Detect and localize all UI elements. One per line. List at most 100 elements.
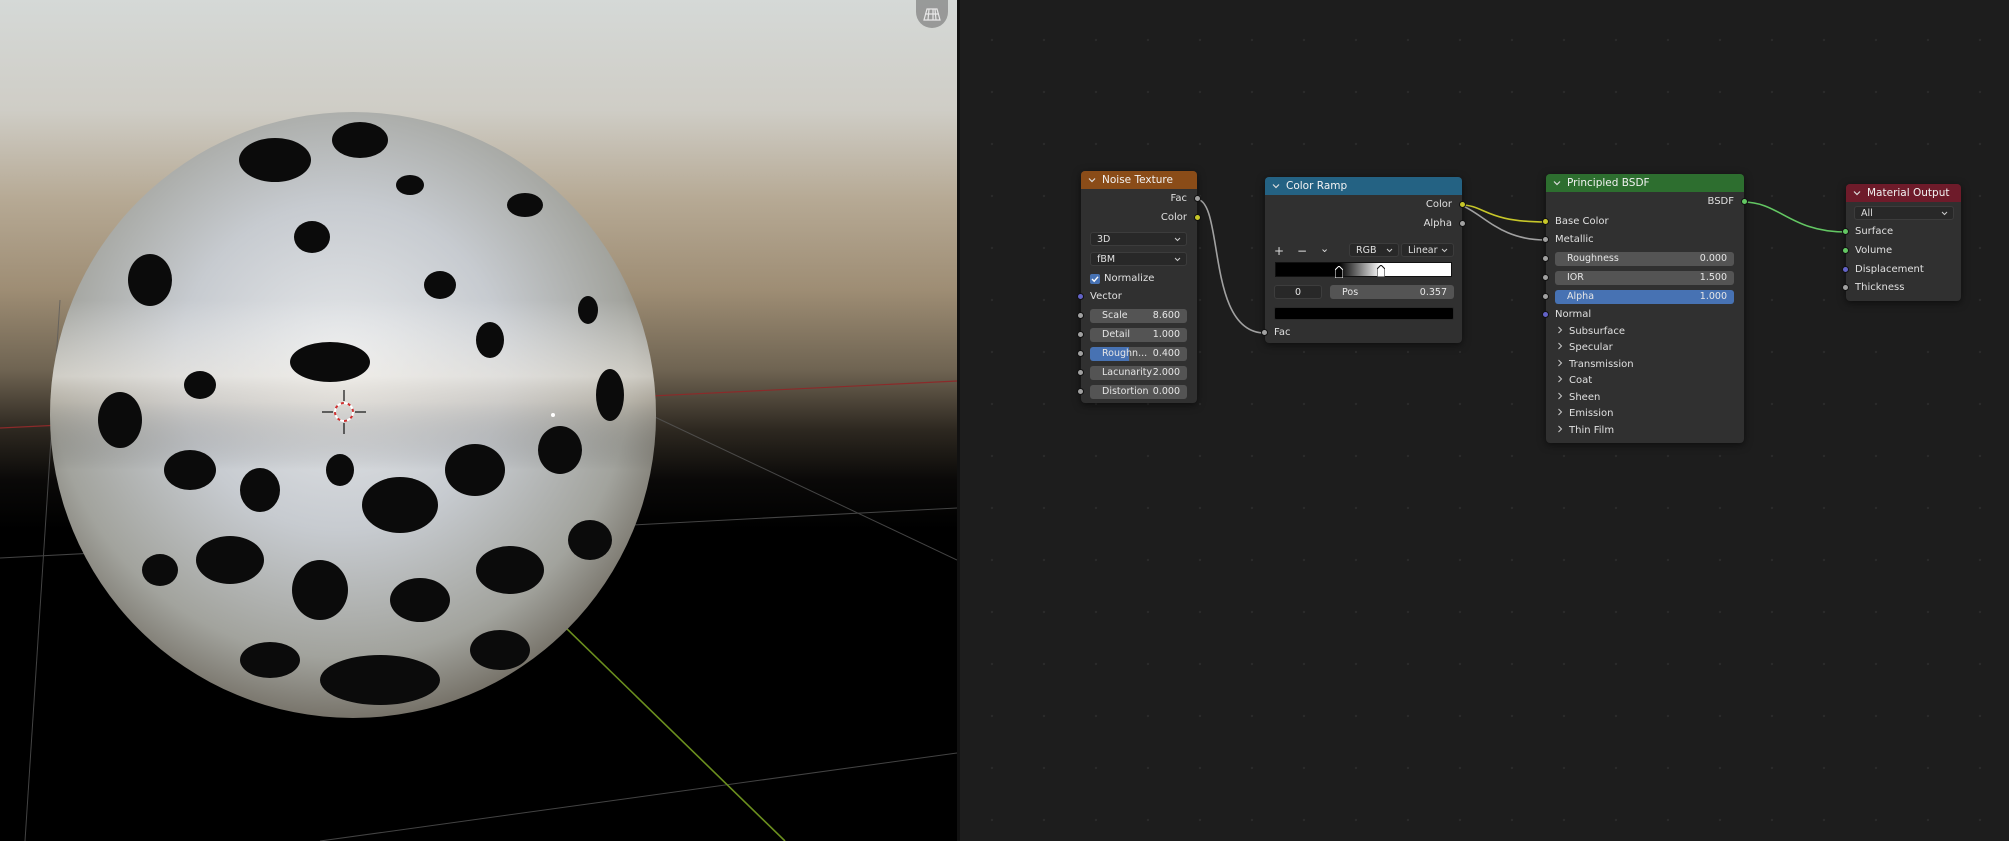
panel-label: Emission xyxy=(1569,408,1614,419)
input-socket[interactable] xyxy=(1542,236,1549,243)
checkmark-icon xyxy=(1091,276,1099,283)
chevron-down-icon xyxy=(1174,237,1181,242)
panel-subsurface[interactable]: Subsurface xyxy=(1557,325,1625,339)
stop-color-swatch[interactable] xyxy=(1274,307,1454,320)
node-header[interactable]: Material Output xyxy=(1846,184,1961,202)
collapse-chevron-icon[interactable] xyxy=(1553,179,1561,187)
position-field[interactable]: Pos 0.357 xyxy=(1330,285,1454,299)
panel-emission[interactable]: Emission xyxy=(1557,407,1614,421)
node-header[interactable]: Color Ramp xyxy=(1265,177,1462,195)
stop-index-field[interactable]: 0 xyxy=(1274,285,1322,299)
input-socket[interactable] xyxy=(1077,350,1084,357)
color-ramp-gradient[interactable] xyxy=(1275,262,1452,278)
input-socket[interactable] xyxy=(1842,247,1849,254)
field-value: 0.357 xyxy=(1419,286,1447,298)
panel-thin-film[interactable]: Thin Film xyxy=(1557,424,1614,438)
node-links xyxy=(1195,198,1847,334)
input-socket[interactable] xyxy=(1542,311,1549,318)
viewport-scene xyxy=(0,112,957,841)
roughness-field[interactable]: Roughn... 0.400 xyxy=(1090,347,1187,361)
input-socket[interactable] xyxy=(1542,293,1549,300)
chevron-down-icon xyxy=(1441,248,1448,253)
output-socket[interactable] xyxy=(1194,195,1201,202)
remove-stop-button[interactable]: − xyxy=(1297,244,1307,258)
input-socket[interactable] xyxy=(1077,312,1084,319)
stop-handle-black-icon[interactable] xyxy=(1335,266,1343,278)
alpha-field[interactable]: Alpha 1.000 xyxy=(1555,290,1734,304)
node-header[interactable]: Noise Texture xyxy=(1081,171,1197,189)
input-socket[interactable] xyxy=(1077,369,1084,376)
input-socket[interactable] xyxy=(1542,255,1549,262)
distortion-field[interactable]: Distortion 0.000 xyxy=(1090,385,1187,399)
interpolation-dropdown[interactable]: Linear xyxy=(1401,243,1454,257)
panel-sheen[interactable]: Sheen xyxy=(1557,391,1600,405)
input-socket[interactable] xyxy=(1842,266,1849,273)
input-surface: Surface xyxy=(1842,225,1961,239)
3d-viewport[interactable] xyxy=(0,0,957,841)
ior-field[interactable]: IOR 1.500 xyxy=(1555,271,1734,285)
socket-label: Fac xyxy=(1170,193,1187,204)
node-header[interactable]: Principled BSDF xyxy=(1546,174,1744,192)
scale-field[interactable]: Scale 8.600 xyxy=(1090,309,1187,323)
field-label: Scale xyxy=(1102,310,1128,321)
input-socket[interactable] xyxy=(1542,274,1549,281)
chevron-right-icon xyxy=(1558,359,1563,367)
panel-transmission[interactable]: Transmission xyxy=(1557,358,1634,372)
color-mode-dropdown[interactable]: RGB xyxy=(1349,243,1399,257)
collapse-chevron-icon[interactable] xyxy=(1088,176,1096,184)
input-socket[interactable] xyxy=(1842,284,1849,291)
panel-specular[interactable]: Specular xyxy=(1557,341,1613,355)
input-socket[interactable] xyxy=(1077,388,1084,395)
field-value: 1.000 xyxy=(1152,329,1180,340)
socket-label: Vector xyxy=(1090,291,1122,302)
param-row: Distortion 0.000 xyxy=(1077,385,1197,399)
stop-handle-white-icon[interactable] xyxy=(1377,265,1385,277)
output-alpha: Alpha xyxy=(1265,217,1466,231)
panel-label: Transmission xyxy=(1569,359,1634,370)
field-value: 1.500 xyxy=(1699,272,1727,283)
normalize-checkbox[interactable] xyxy=(1090,274,1100,284)
output-socket[interactable] xyxy=(1194,214,1201,221)
input-displacement: Displacement xyxy=(1842,263,1961,277)
type-dropdown[interactable]: fBM xyxy=(1090,252,1187,266)
collapse-chevron-icon[interactable] xyxy=(1853,189,1861,197)
collapse-chevron-icon[interactable] xyxy=(1272,182,1280,190)
socket-label: Base Color xyxy=(1555,216,1609,227)
input-socket[interactable] xyxy=(1261,329,1268,336)
node-title: Color Ramp xyxy=(1286,180,1348,192)
add-stop-button[interactable]: + xyxy=(1274,244,1284,258)
output-bsdf: BSDF xyxy=(1546,195,1748,209)
noise-texture-node[interactable]: Noise Texture Fac Color 3D fBM Normalize… xyxy=(1077,171,1201,403)
output-socket[interactable] xyxy=(1741,198,1748,205)
input-socket[interactable] xyxy=(1542,218,1549,225)
field-value: 0.400 xyxy=(1152,348,1180,359)
principled-bsdf-node[interactable]: Principled BSDF BSDF Base Color Metallic… xyxy=(1542,174,1748,443)
input-socket[interactable] xyxy=(1842,228,1849,235)
target-dropdown[interactable]: All xyxy=(1854,206,1954,220)
input-socket[interactable] xyxy=(1077,293,1084,300)
socket-label: BSDF xyxy=(1707,196,1734,207)
field-label: Roughness xyxy=(1567,253,1619,264)
panel-coat[interactable]: Coat xyxy=(1557,374,1592,388)
output-socket[interactable] xyxy=(1459,201,1466,208)
output-fac: Fac xyxy=(1081,192,1201,206)
roughness-field[interactable]: Roughness 0.000 xyxy=(1555,252,1734,266)
field-value: 0.000 xyxy=(1699,253,1727,264)
input-socket[interactable] xyxy=(1077,331,1084,338)
field-label: Pos xyxy=(1342,286,1359,298)
param-row: Alpha 1.000 xyxy=(1542,290,1744,304)
param-row: Scale 8.600 xyxy=(1077,309,1197,323)
link-bsdf-to-surface xyxy=(1742,201,1847,233)
color-ramp-node[interactable]: Color Ramp Color Alpha + − ⌄ RGB Linear … xyxy=(1261,177,1466,343)
output-socket[interactable] xyxy=(1459,220,1466,227)
lacunarity-field[interactable]: Lacunarity 2.000 xyxy=(1090,366,1187,380)
dimensions-dropdown[interactable]: 3D xyxy=(1090,232,1187,246)
detail-field[interactable]: Detail 1.000 xyxy=(1090,328,1187,342)
ramp-menu-button[interactable]: ⌄ xyxy=(1320,242,1330,256)
dropdown-value: Linear xyxy=(1408,244,1438,256)
field-value: 0.000 xyxy=(1152,386,1180,397)
normalize-label: Normalize xyxy=(1104,273,1155,284)
material-output-node[interactable]: Material Output All Surface Volume Displ… xyxy=(1842,184,1961,301)
socket-label: Thickness xyxy=(1855,282,1905,293)
shader-node-editor[interactable]: Noise Texture Fac Color 3D fBM Normalize… xyxy=(960,0,2009,841)
